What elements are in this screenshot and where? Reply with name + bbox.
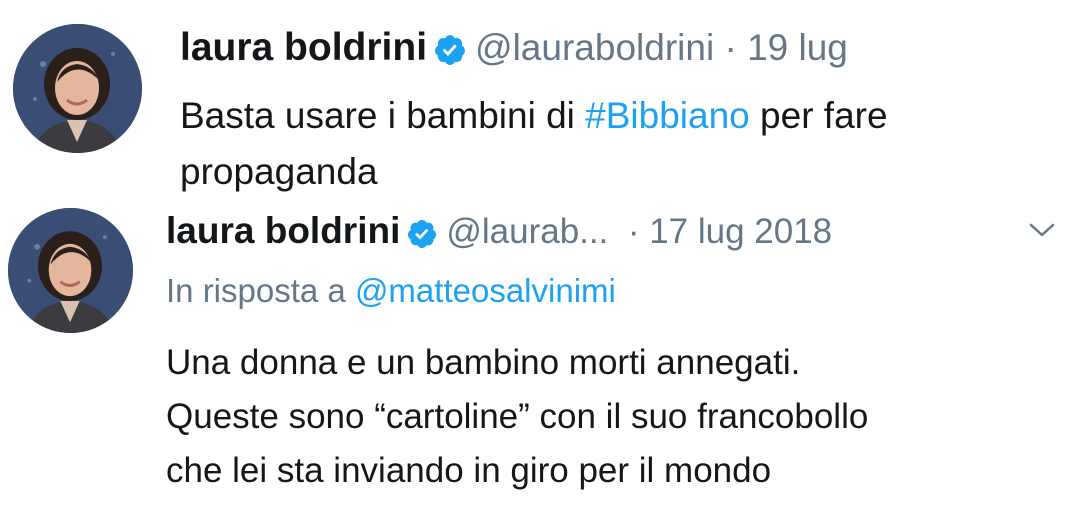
separator — [608, 212, 627, 252]
reply-context: In risposta a @matteosalvinimi — [166, 272, 616, 310]
tweet-header: laura boldrini @lauraboldrini · 19 lug — [180, 26, 848, 76]
verified-badge-icon — [406, 218, 438, 255]
hashtag-link[interactable]: #Bibbiano — [585, 95, 750, 136]
tweet-date[interactable]: 19 lug — [747, 27, 848, 69]
tweet-header: laura boldrini @laurab... · 17 lug 2018 — [166, 210, 832, 256]
reply-prefix: In risposta a — [166, 272, 355, 309]
dot-separator: · — [724, 27, 737, 68]
verified-badge-icon — [433, 33, 467, 72]
reply-mention-link[interactable]: @matteosalvinimi — [355, 272, 616, 309]
author-handle[interactable]: @laurab... — [446, 212, 608, 252]
author-handle[interactable]: @lauraboldrini — [475, 27, 714, 69]
tweet[interactable]: laura boldrini @lauraboldrini · 19 lug Ba… — [0, 0, 1069, 200]
tweet-text: Basta usare i bambini di #Bibbiano per f… — [180, 88, 1069, 200]
dot-separator: · — [627, 212, 640, 251]
author-name[interactable]: laura boldrini — [180, 26, 427, 70]
separator — [714, 27, 724, 69]
tweet[interactable]: laura boldrini @laurab... · 17 lug 2018 I… — [0, 200, 1069, 531]
avatar[interactable] — [13, 24, 142, 153]
avatar[interactable] — [8, 208, 133, 333]
avatar-portrait-image — [13, 24, 142, 153]
chevron-down-icon[interactable] — [1027, 220, 1057, 245]
separator-space — [737, 27, 747, 69]
tweet-text: Una donna e un bambino morti annegati. Q… — [166, 343, 869, 490]
tweet-text-start: Basta usare i bambini di — [180, 95, 586, 136]
tweet-date[interactable]: 17 lug 2018 — [649, 212, 832, 252]
avatar-portrait-image — [8, 208, 133, 333]
separator-space — [639, 212, 649, 252]
author-name[interactable]: laura boldrini — [166, 210, 400, 252]
